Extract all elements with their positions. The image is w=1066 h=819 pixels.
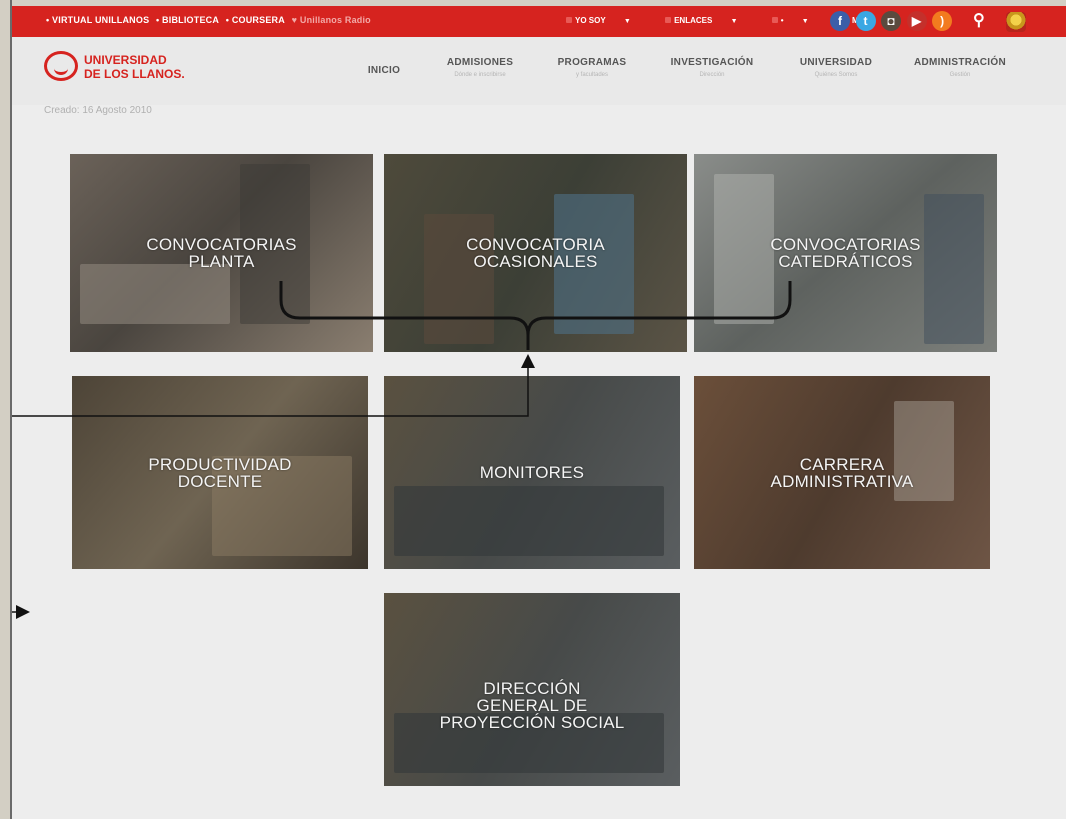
facebook-icon[interactable]: f (830, 11, 850, 31)
instagram-icon[interactable]: ◘ (881, 11, 902, 31)
nav-investigacion[interactable]: INVESTIGACIÓN Dirección (660, 57, 764, 78)
created-date: Creado: 16 Agosto 2010 (44, 105, 152, 116)
link-virtual-unillanos[interactable]: • VIRTUAL UNILLANOS (46, 15, 149, 25)
nav-admisiones-label: ADMISIONES (446, 57, 514, 68)
link-coursera[interactable]: • COURSERA (226, 15, 285, 25)
nav-administracion-sub: Gestión (949, 72, 971, 78)
caret-down-icon: ▼ (801, 18, 809, 25)
caret-down-icon: ▼ (730, 18, 738, 25)
menu-enlaces-label: ENLACES (674, 16, 713, 25)
link-unillanos-radio[interactable]: ♥ Unillanos Radio (292, 15, 375, 25)
tile-label: PRODUCTIVIDAD DOCENTE (148, 454, 292, 491)
logo-line-2: DE LOS LLANOS. (84, 67, 185, 81)
bullet-icon (665, 17, 672, 23)
menu-yo-soy-label: YO SOY (575, 16, 606, 25)
menu-enlaces[interactable]: ENLACES ▼ (665, 16, 753, 25)
tile-photo (714, 174, 774, 324)
social-icons: f t ◘ ▶ ) (830, 11, 955, 31)
tile-label: CONVOCATORIA OCASIONALES (466, 235, 605, 271)
tile-label: CONVOCATORIAS PLANTA (146, 235, 297, 271)
site-header: UNIVERSIDAD DE LOS LLANOS. INICIO ADMISI… (12, 37, 1066, 105)
menu-language[interactable]: • ▼ (771, 16, 825, 25)
menu-yo-soy[interactable]: YO SOY ▼ (566, 16, 647, 25)
rss-icon[interactable]: ) (932, 11, 953, 31)
radio-label: Unillanos Radio (299, 15, 371, 25)
nav-universidad[interactable]: UNIVERSIDAD Quiénes Somos (790, 57, 882, 78)
browser-viewport: • VIRTUAL UNILLANOS • BIBLIOTECA • COURS… (12, 6, 1066, 819)
top-links: • VIRTUAL UNILLANOS • BIBLIOTECA • COURS… (46, 15, 379, 25)
logo-emblem-icon (44, 51, 78, 81)
nav-administracion[interactable]: ADMINISTRACIÓN Gestión (904, 57, 1016, 78)
nav-inicio[interactable]: INICIO (356, 65, 412, 76)
nav-admisiones[interactable]: ADMISIONES Dónde e inscribirse (436, 57, 524, 78)
menu-language-label: • (780, 16, 784, 25)
tile-label: MONITORES (479, 463, 585, 482)
nav-investigacion-label: INVESTIGACIÓN (670, 57, 754, 68)
tile-carrera-administrativa[interactable]: CARRERA ADMINISTRATIVA (694, 376, 990, 569)
nav-investigacion-sub: Dirección (699, 72, 725, 78)
tile-photo (394, 486, 664, 556)
bullet-icon (566, 17, 572, 23)
tile-productividad-docente[interactable]: PRODUCTIVIDAD DOCENTE (72, 376, 368, 569)
nav-programas-sub: y facultades (575, 72, 609, 78)
search-icon[interactable]: ⚲ (973, 10, 985, 30)
youtube-icon[interactable]: ▶ (906, 11, 927, 31)
top-utility-bar: • VIRTUAL UNILLANOS • BIBLIOTECA • COURS… (12, 6, 1066, 37)
logo-line-1: UNIVERSIDAD (84, 53, 167, 67)
tile-label: CONVOCATORIAS CATEDRÁTICOS (770, 235, 921, 271)
nav-programas-label: PROGRAMAS (557, 57, 627, 68)
nav-inicio-label: INICIO (367, 65, 401, 76)
nav-programas[interactable]: PROGRAMAS y facultades (548, 57, 636, 78)
tile-convocatorias-planta[interactable]: CONVOCATORIAS PLANTA (70, 154, 373, 352)
bullet-icon (771, 17, 778, 23)
tile-monitores[interactable]: MONITORES (384, 376, 680, 569)
tile-photo (424, 214, 494, 344)
tile-photo (80, 264, 230, 324)
logo-text: UNIVERSIDAD DE LOS LLANOS. (84, 53, 185, 81)
tile-convocatorias-catedraticos[interactable]: CONVOCATORIAS CATEDRÁTICOS (694, 154, 997, 352)
colombia-crest-icon[interactable] (1006, 12, 1026, 32)
nav-universidad-label: UNIVERSIDAD (799, 57, 873, 68)
nav-admisiones-sub: Dónde e inscribirse (454, 72, 506, 78)
twitter-icon[interactable]: t (855, 11, 876, 31)
tile-convocatoria-ocasionales[interactable]: CONVOCATORIA OCASIONALES (384, 154, 687, 352)
link-biblioteca[interactable]: • BIBLIOTECA (156, 15, 219, 25)
tile-photo (924, 194, 984, 344)
tile-label: CARRERA ADMINISTRATIVA (770, 454, 914, 491)
caret-down-icon: ▼ (623, 18, 631, 25)
nav-administracion-label: ADMINISTRACIÓN (914, 57, 1006, 68)
tile-direccion-proyeccion-social[interactable]: DIRECCIÓN GENERAL DE PROYECCIÓN SOCIAL (384, 593, 680, 786)
tile-label: DIRECCIÓN GENERAL DE PROYECCIÓN SOCIAL (439, 679, 625, 732)
nav-universidad-sub: Quiénes Somos (814, 72, 858, 78)
